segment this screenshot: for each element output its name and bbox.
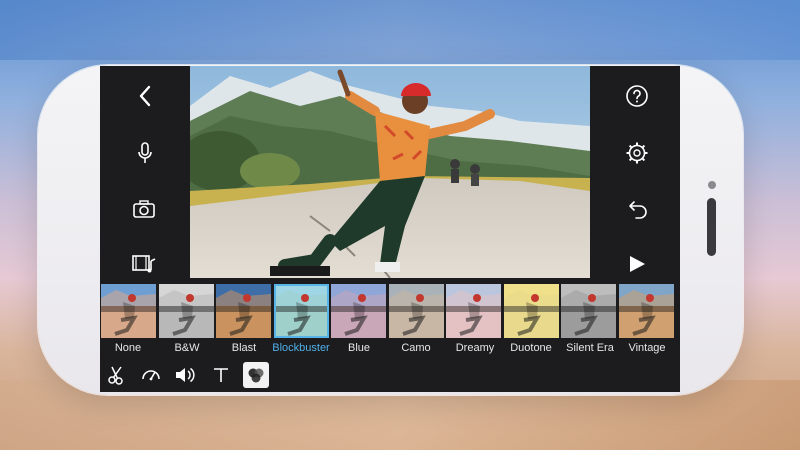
text-icon[interactable] — [208, 362, 234, 388]
filter-thumb-camo[interactable] — [388, 284, 444, 338]
filter-thumb-vintage[interactable] — [618, 284, 674, 338]
settings-icon[interactable] — [617, 133, 657, 173]
phone-speaker-slot — [707, 198, 716, 256]
phone-camera — [708, 181, 716, 189]
filter-thumb-blue[interactable] — [331, 284, 386, 338]
filter-thumb-dreamy[interactable] — [446, 284, 501, 338]
filter-thumb-blockbuster[interactable] — [273, 284, 329, 338]
right-control-bar — [590, 66, 680, 278]
scissors-icon[interactable] — [104, 362, 130, 388]
volume-icon[interactable] — [172, 362, 198, 388]
microphone-icon[interactable] — [125, 133, 165, 173]
filters-icon[interactable] — [243, 362, 269, 388]
bottom-toolbar — [100, 362, 680, 392]
filter-thumbnail-strip — [100, 278, 680, 344]
filter-labels: None B&W Blast Blockbuster Blue Camo Dre… — [100, 342, 680, 358]
left-control-bar — [100, 66, 190, 278]
camera-icon[interactable] — [124, 189, 164, 229]
help-icon[interactable] — [617, 76, 657, 116]
filter-thumb-b-w[interactable] — [158, 284, 214, 338]
filter-thumb-blast[interactable] — [216, 284, 271, 338]
background-top — [0, 0, 800, 60]
filter-thumb-silent-era[interactable] — [561, 284, 616, 338]
speedometer-icon[interactable] — [138, 362, 164, 388]
video-preview[interactable] — [190, 66, 590, 278]
back-icon[interactable] — [125, 76, 165, 116]
video-frame-image — [190, 66, 590, 278]
app-screen: None B&W Blast Blockbuster Blue Camo Dre… — [100, 66, 680, 392]
undo-icon[interactable] — [617, 189, 657, 229]
filter-label-vintage[interactable]: Vintage — [610, 342, 680, 354]
filter-thumb-duotone[interactable] — [503, 284, 559, 338]
filter-thumb-none[interactable] — [101, 284, 156, 338]
